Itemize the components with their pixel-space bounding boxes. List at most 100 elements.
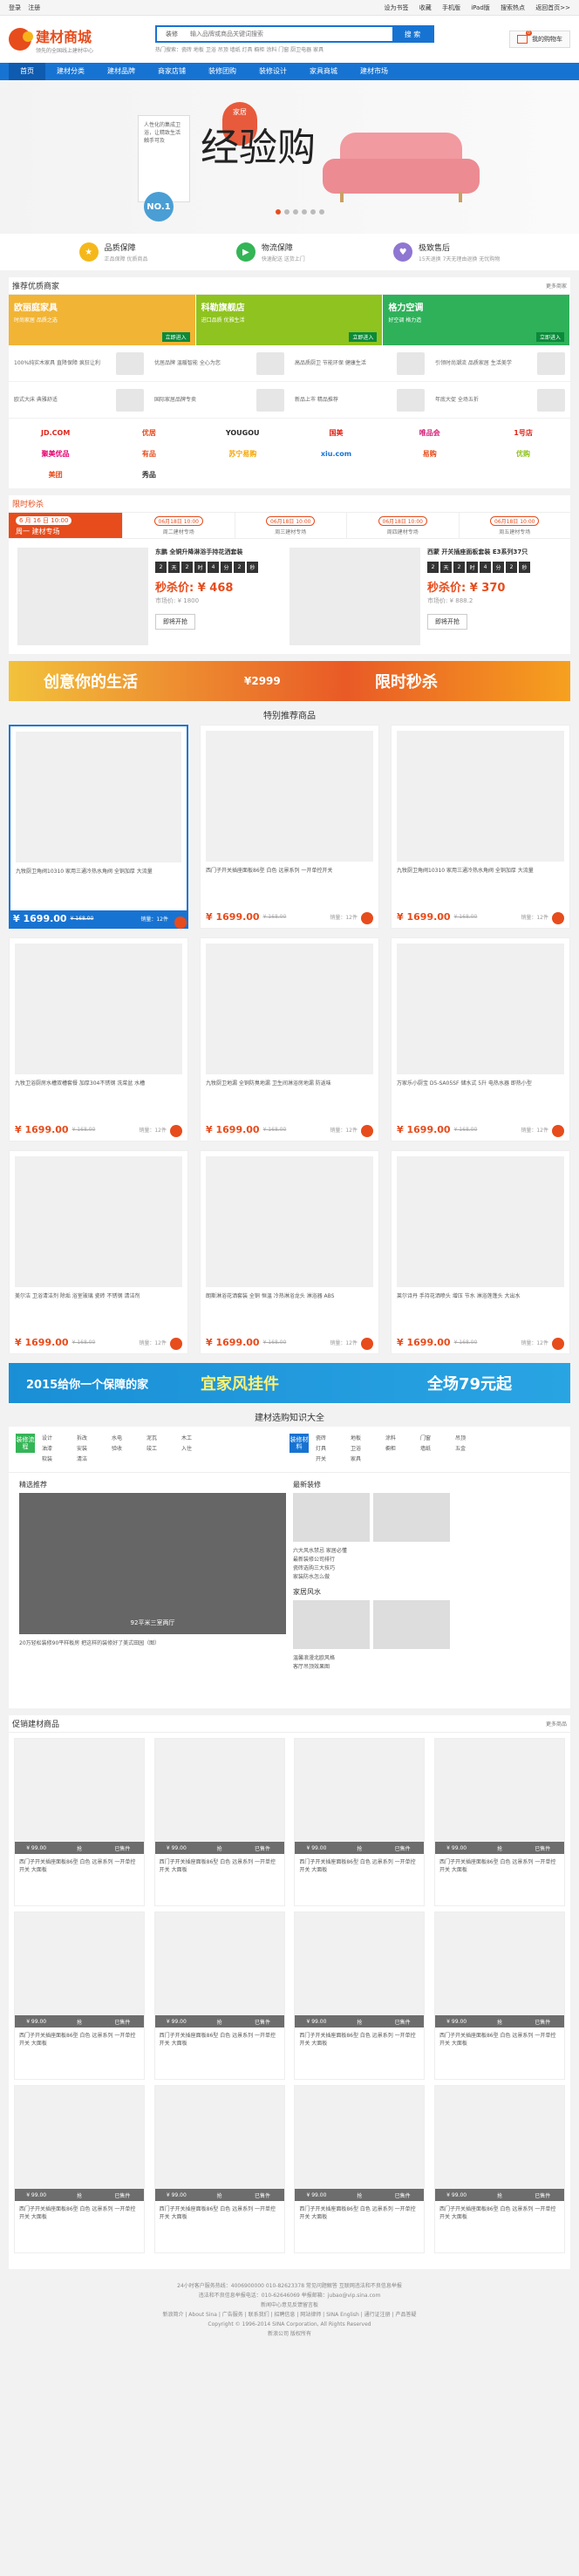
hot-search-words[interactable]: 热门搜索：瓷砖 地板 卫浴 吊顶 墙纸 灯具 橱柜 涂料 门窗 厨卫电器 家具: [155, 45, 434, 53]
product-desc[interactable]: 西门子开关插座面板86型 白色 远景系列 一开单控开关 大面板: [435, 2201, 564, 2225]
product-desc[interactable]: 美尔洁 卫浴清洁剂 除垢 浴室玻璃 瓷砖 不锈钢 清洁剂: [10, 1292, 187, 1310]
knowledge-tag[interactable]: 门窗: [420, 1434, 455, 1441]
add-to-cart-icon[interactable]: [552, 1125, 564, 1137]
promo-product-card[interactable]: ¥ 99.00 抢 已售件 西门子开关插座面板86型 白色 远景系列 一开单控开关 大…: [433, 2085, 565, 2253]
product-desc[interactable]: 西门子开关插座面板86型 白色 远景系列 一开单控开关 大面板: [155, 1854, 284, 1878]
banner-dot[interactable]: [276, 209, 281, 215]
enter-shop-button[interactable]: 立即进入: [349, 332, 378, 342]
product-desc[interactable]: 九牧卫浴厨房水槽双槽套餐 加厚304不锈钢 洗菜盆 水槽: [10, 1080, 187, 1097]
nav-home[interactable]: 首页: [9, 63, 45, 80]
product-card[interactable]: 万家乐小厨宝 D5-SA05SF 储水式 5升 电热水器 即热小型 ¥ 1699.…: [391, 937, 570, 1141]
knowledge-tag[interactable]: 验收: [112, 1444, 146, 1452]
article-link[interactable]: 家装防水怎么做: [293, 1573, 560, 1582]
article-link[interactable]: 瓷砖选购三大技巧: [293, 1564, 560, 1573]
grab-button[interactable]: 抢: [478, 2191, 521, 2199]
footer-links[interactable]: 新浪简介 | About Sina | 广告服务 | 联系我们 | 招聘信息 |…: [0, 2310, 579, 2320]
promo-product-card[interactable]: ¥ 99.00 抢 已售件 西门子开关插座面板86型 白色 远景系列 一开单控开关 大…: [153, 2085, 285, 2253]
merchant-item[interactable]: 100%纯实木家具 直降保障 疯狂让利: [9, 345, 149, 381]
knowledge-tag[interactable]: 涂料: [385, 1434, 420, 1441]
hot-search-link[interactable]: 搜索热点: [501, 4, 525, 11]
knowledge-tag[interactable]: 木工: [181, 1434, 216, 1441]
enter-shop-button[interactable]: 立即进入: [161, 332, 190, 342]
product-card[interactable]: 九牧厨卫角阀10310 家用三通冷热水角阀 全铜加厚 大流量 ¥ 1699.00 ¥…: [9, 725, 188, 929]
article-thumb[interactable]: [293, 1600, 370, 1649]
nav-furniture[interactable]: 家具商城: [298, 63, 349, 80]
grab-button[interactable]: 抢: [198, 1844, 241, 1852]
product-desc[interactable]: 西门子开关插座面板86型 白色 远景系列 一开单控开关 大面板: [295, 1854, 424, 1878]
partner-logo[interactable]: 优购: [476, 443, 569, 464]
ad-banner-decor[interactable]: 2015给你一个保障的家 宜家风挂件 全场79元起: [9, 1363, 570, 1403]
grab-button[interactable]: 抢: [338, 2018, 381, 2026]
grab-button[interactable]: 抢: [478, 2018, 521, 2026]
product-desc[interactable]: 九牧厨卫角阀10310 家用三通冷热水角阀 全铜加厚 大流量: [392, 867, 569, 884]
product-card[interactable]: 九牧厨卫地漏 全铜防臭地漏 卫生间淋浴房地漏 防返味 ¥ 1699.00 ¥ 168…: [200, 937, 379, 1141]
partner-logo[interactable]: JD.COM: [9, 422, 102, 443]
add-to-cart-icon[interactable]: [361, 1338, 373, 1350]
knowledge-tag[interactable]: 泥瓦: [146, 1434, 181, 1441]
search-scope-select[interactable]: 装修: [157, 27, 187, 41]
article-thumb[interactable]: [373, 1600, 450, 1649]
flash-slot[interactable]: 06月18日 10:00 周四建材专场: [346, 513, 459, 538]
product-image[interactable]: [206, 944, 373, 1074]
promo-product-card[interactable]: ¥ 99.00 抢 已售件 西门子开关插座面板86型 白色 远景系列 一开单控开关 大…: [14, 1912, 145, 2080]
knowledge-tag[interactable]: 橱柜: [385, 1444, 420, 1452]
grab-button[interactable]: 抢: [58, 1844, 100, 1852]
partner-logo[interactable]: 1号店: [476, 422, 569, 443]
partner-logo[interactable]: 苏宁易购: [196, 443, 290, 464]
coming-soon-button[interactable]: 即将开抢: [155, 614, 195, 630]
article-link[interactable]: 六大风水禁忌 家居必懂: [293, 1547, 560, 1556]
coming-soon-button[interactable]: 即将开抢: [427, 614, 467, 630]
partner-logo[interactable]: YOUGOU: [196, 422, 290, 443]
product-name[interactable]: 东鹏 全铜升降淋浴手持花洒套装: [155, 548, 283, 556]
banner-dot[interactable]: [310, 209, 316, 215]
flash-slot[interactable]: 06月18日 10:00 周五建材专场: [458, 513, 571, 538]
merchant-item[interactable]: 新品上市 精品推荐: [290, 382, 430, 418]
product-image[interactable]: ¥ 99.00 抢 已售件: [295, 1912, 425, 2027]
product-desc[interactable]: 西门子开关插座面板86型 白色 远景系列 一开单控开关 大面板: [15, 2027, 144, 2052]
product-desc[interactable]: 西门子开关插座面板86型 白色 远景系列 一开单控开关 大面板: [435, 2027, 564, 2052]
partner-logo[interactable]: 有品: [102, 443, 195, 464]
product-name[interactable]: 西蒙 开关插座面板套装 E3系列37只: [427, 548, 555, 556]
product-image[interactable]: ¥ 99.00 抢 已售件: [434, 1739, 564, 1854]
site-logo[interactable]: 建材商城 领先的全国线上建材中心: [9, 25, 140, 54]
partner-logo[interactable]: 优居: [102, 422, 195, 443]
knowledge-tag[interactable]: 软装: [42, 1455, 77, 1462]
enter-shop-button[interactable]: 立即进入: [536, 332, 565, 342]
merchant-item[interactable]: 高品质厨卫 节能环保 健康生活: [290, 345, 430, 381]
product-desc[interactable]: 西门子开关插座面板86型 白色 远景系列 一开单控开关 大面板: [295, 2201, 424, 2225]
banner-dot[interactable]: [302, 209, 307, 215]
article-link[interactable]: 20万轻松装修90平样板房 把这样的装修好了美式田园（图）: [19, 1639, 286, 1648]
mobile-link[interactable]: 手机版: [442, 4, 460, 11]
knowledge-tag[interactable]: 清洁: [77, 1455, 112, 1462]
product-image[interactable]: ¥ 99.00 抢 已售件: [15, 1739, 144, 1854]
add-to-cart-icon[interactable]: [552, 1338, 564, 1350]
promo-product-card[interactable]: ¥ 99.00 抢 已售件 西门子开关插座面板86型 白色 远景系列 一开单控开关 大…: [433, 1912, 565, 2080]
login-link[interactable]: 登录: [9, 4, 21, 11]
promo-product-card[interactable]: ¥ 99.00 抢 已售件 西门子开关插座面板86型 白色 远景系列 一开单控开关 大…: [153, 1912, 285, 2080]
knowledge-tag[interactable]: 设计: [42, 1434, 77, 1441]
product-image[interactable]: [290, 548, 420, 645]
product-card[interactable]: 九牧厨卫角阀10310 家用三通冷热水角阀 全铜加厚 大流量 ¥ 1699.00 ¥…: [391, 725, 570, 929]
grab-button[interactable]: 抢: [198, 2191, 241, 2199]
product-desc[interactable]: 九牧厨卫地漏 全铜防臭地漏 卫生间淋浴房地漏 防返味: [201, 1080, 378, 1097]
product-desc[interactable]: 西门子开关插座面板86型 白色 远景系列 一开单控开关 大面板: [435, 1854, 564, 1878]
product-image[interactable]: ¥ 99.00 抢 已售件: [434, 1912, 564, 2027]
grab-button[interactable]: 抢: [338, 1844, 381, 1852]
ad-banner-flash[interactable]: 创意你的生活 ¥2999 限时秒杀: [9, 661, 570, 701]
product-card[interactable]: 朗斯淋浴花洒套装 全铜 恒温 冷热淋浴龙头 淋浴器 ABS ¥ 1699.00 ¥ …: [200, 1150, 379, 1354]
product-image[interactable]: [15, 944, 182, 1074]
promo-product-card[interactable]: ¥ 99.00 抢 已售件 西门子开关插座面板86型 白色 远景系列 一开单控开关 大…: [294, 1912, 426, 2080]
partner-logo[interactable]: 美团: [9, 464, 102, 485]
promo-product-card[interactable]: ¥ 99.00 抢 已售件 西门子开关插座面板86型 白色 远景系列 一开单控开关 大…: [294, 2085, 426, 2253]
merchant-item[interactable]: 国际家居品牌专卖: [149, 382, 290, 418]
add-to-cart-icon[interactable]: [361, 912, 373, 924]
nav-brand[interactable]: 建材品牌: [96, 63, 146, 80]
ipad-link[interactable]: iPad版: [471, 4, 490, 11]
article-thumb[interactable]: [293, 1493, 370, 1542]
product-card[interactable]: 美尔洁 卫浴清洁剂 除垢 浴室玻璃 瓷砖 不锈钢 清洁剂 ¥ 1699.00 ¥ 1…: [9, 1150, 188, 1354]
knowledge-tag[interactable]: 灯具: [316, 1444, 351, 1452]
promo-product-card[interactable]: ¥ 99.00 抢 已售件 西门子开关插座面板86型 白色 远景系列 一开单控开关 大…: [153, 1738, 285, 1906]
grab-button[interactable]: 抢: [198, 2018, 241, 2026]
product-desc[interactable]: 西门子开关插座面板86型 白色 远景系列 一开单控开关 大面板: [15, 1854, 144, 1878]
nav-category[interactable]: 建材分类: [45, 63, 96, 80]
